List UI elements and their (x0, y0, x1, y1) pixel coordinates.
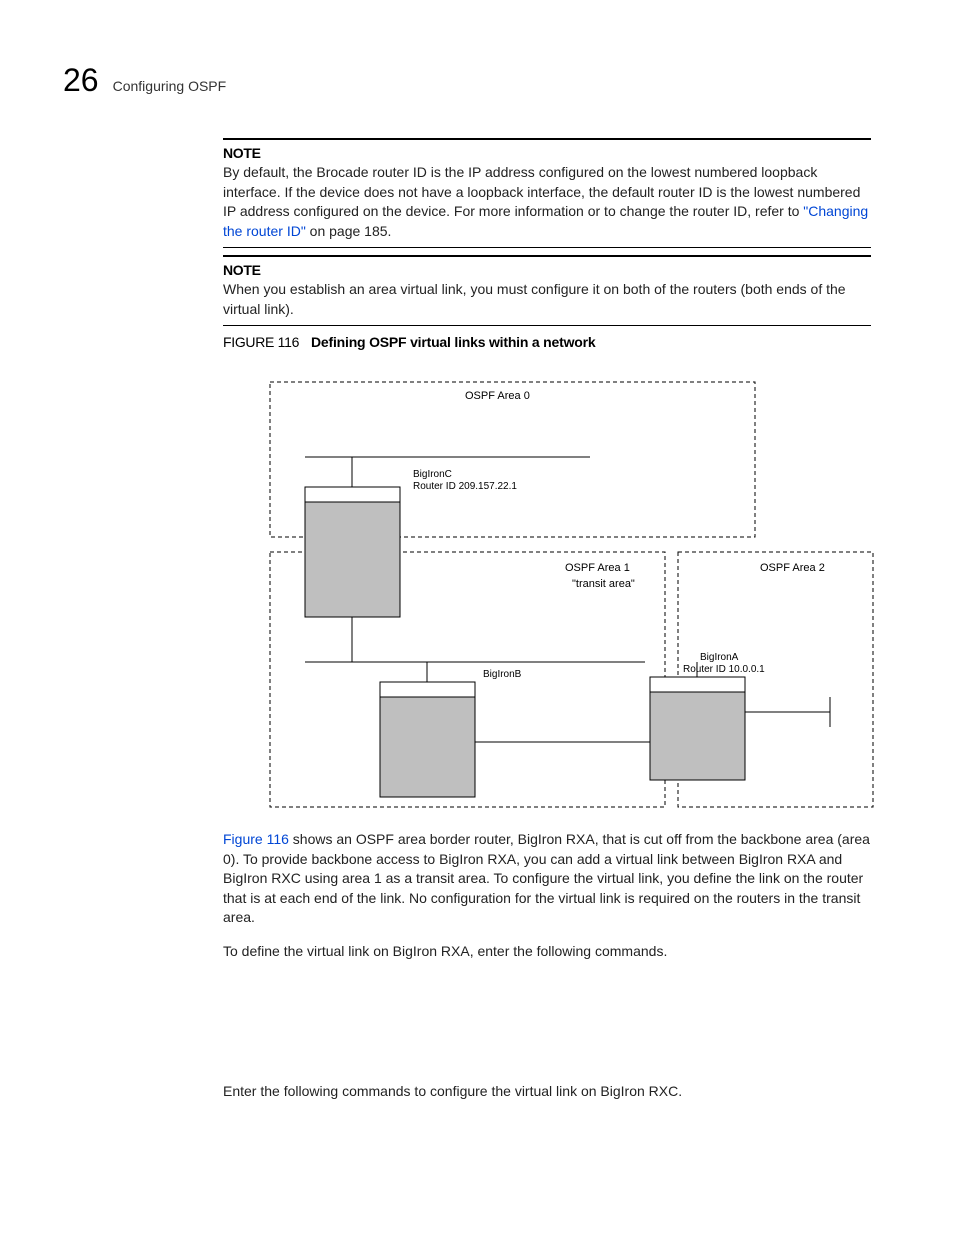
page-header: 26 Configuring OSPF (63, 62, 226, 99)
routerA-name: BigIronA (700, 652, 739, 663)
note-heading: NOTE (223, 262, 871, 278)
figure-diagram: OSPF Area 0 OSPF Area 1 "transit area" O… (265, 377, 875, 817)
routerC-id: Router ID 209.157.22.1 (413, 481, 517, 492)
routerC-box (305, 487, 400, 617)
routerB-name: BigIronB (483, 669, 522, 680)
routerA-id: Router ID 10.0.0.1 (683, 664, 765, 675)
area1-label-b: "transit area" (572, 578, 635, 590)
area0-label: OSPF Area 0 (465, 390, 530, 402)
area2-label: OSPF Area 2 (760, 562, 825, 574)
note-block-1: NOTE By default, the Brocade router ID i… (223, 138, 871, 262)
link-figure-116[interactable]: Figure 116 (223, 831, 289, 847)
note-body: When you establish an area virtual link,… (223, 280, 871, 319)
note-text-pre: By default, the Brocade router ID is the… (223, 164, 860, 219)
paragraph-3: Enter the following commands to configur… (223, 1082, 871, 1102)
routerB-box (380, 682, 475, 797)
routerC-name: BigIronC (413, 469, 452, 480)
note-heading: NOTE (223, 145, 871, 161)
chapter-title: Configuring OSPF (113, 78, 227, 94)
note-text-post: on page 185. (306, 223, 392, 239)
area1-label-a: OSPF Area 1 (565, 562, 630, 574)
figure-label: FIGURE 116 (223, 334, 299, 350)
chapter-number: 26 (63, 62, 99, 99)
figure-caption-row: FIGURE 116 Defining OSPF virtual links w… (223, 334, 871, 350)
paragraph-1: Figure 116 shows an OSPF area border rou… (223, 830, 871, 928)
paragraph-2: To define the virtual link on BigIron RX… (223, 942, 871, 962)
figure-title: Defining OSPF virtual links within a net… (311, 334, 595, 350)
paragraph-1-rest: shows an OSPF area border router, BigIro… (223, 831, 870, 925)
note-body: By default, the Brocade router ID is the… (223, 163, 871, 241)
body-content: Figure 116 shows an OSPF area border rou… (223, 830, 871, 1115)
note-block-2: NOTE When you establish an area virtual … (223, 255, 871, 340)
